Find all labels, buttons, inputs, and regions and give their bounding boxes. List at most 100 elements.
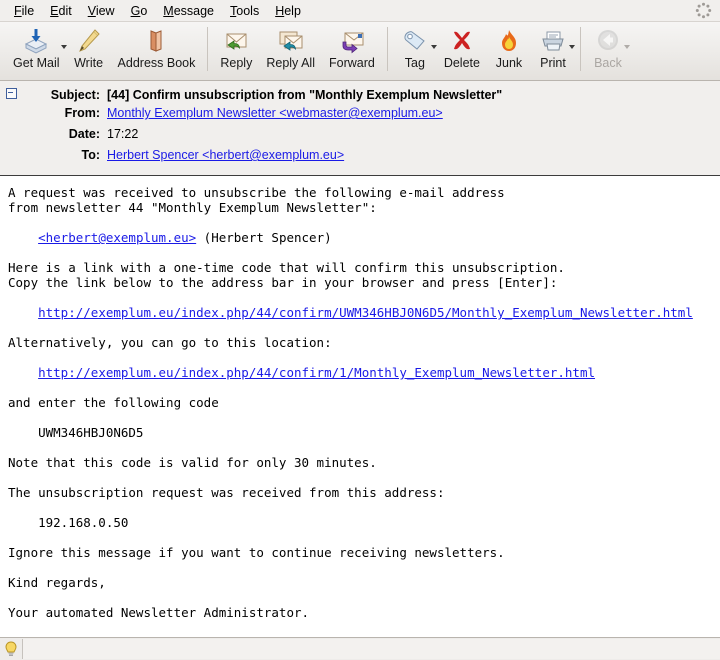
main-toolbar: Get Mail Write Address Book Reply Reply … (0, 22, 720, 81)
body-line (8, 590, 720, 605)
body-line: A request was received to unsubscribe th… (8, 185, 505, 200)
menu-help-mnemonic: H (275, 3, 285, 18)
from-spacer (0, 114, 22, 117)
address-book-button[interactable]: Address Book (111, 25, 203, 75)
collapse-minus-icon (5, 88, 17, 99)
body-line: Copy the link below to the address bar i… (8, 275, 558, 290)
delete-x-icon (448, 27, 476, 55)
body-line: Here is a link with a one-time code that… (8, 260, 565, 275)
menu-view[interactable]: View (80, 2, 123, 20)
body-line (8, 470, 720, 485)
menu-file-label: ile (21, 3, 35, 18)
write-label: Write (74, 56, 104, 70)
body-link[interactable]: http://exemplum.eu/index.php/44/confirm/… (38, 365, 595, 380)
to-spacer (0, 156, 22, 159)
menu-message[interactable]: Message (155, 2, 222, 20)
from-label: From: (64, 106, 100, 120)
subject-label: Subject: (50, 88, 100, 102)
back-label: Back (594, 56, 622, 70)
body-line-link: http://exemplum.eu/index.php/44/confirm/… (8, 365, 720, 380)
tag-button[interactable]: Tag (393, 25, 437, 75)
menu-file[interactable]: File (6, 2, 42, 20)
back-dropdown-arrow[interactable] (623, 45, 630, 49)
get-mail-button[interactable]: Get Mail (6, 25, 67, 75)
body-line (8, 410, 720, 425)
body-line: from newsletter 44 "Monthly Exemplum New… (8, 200, 377, 215)
statusbar (0, 637, 720, 660)
body-line (8, 350, 720, 365)
tag-icon (401, 27, 429, 55)
print-label: Print (540, 56, 566, 70)
body-line (8, 215, 720, 230)
menu-help-label: elp (284, 3, 301, 18)
body-line (8, 530, 720, 545)
address-book-label: Address Book (117, 56, 196, 70)
junk-button[interactable]: Junk (487, 25, 531, 75)
get-mail-label: Get Mail (13, 56, 60, 70)
body-line: Kind regards, (8, 575, 106, 590)
reply-button[interactable]: Reply (213, 25, 259, 75)
body-line: The unsubscription request was received … (8, 485, 445, 500)
mail-reader-window: File Edit View Go Message Tools Help Get… (0, 0, 720, 660)
get-mail-icon (22, 27, 50, 55)
menu-view-mnemonic: V (87, 3, 96, 18)
address-book-icon (142, 27, 170, 55)
menu-go-label: o (140, 3, 148, 18)
reply-label: Reply (220, 56, 253, 70)
body-line (8, 380, 720, 395)
body-line: Ignore this message if you want to conti… (8, 545, 505, 560)
subject-value: [44] Confirm unsubscription from "Monthl… (107, 88, 503, 102)
delete-button[interactable]: Delete (437, 25, 487, 75)
reply-all-icon (277, 27, 305, 55)
message-header: Subject: [44] Confirm unsubscription fro… (0, 81, 720, 176)
lightbulb-icon[interactable] (0, 639, 23, 659)
write-button[interactable]: Write (67, 25, 111, 75)
body-line: and enter the following code (8, 395, 219, 410)
menu-view-label: iew (95, 3, 115, 18)
junk-label: Junk (495, 56, 523, 70)
to-value[interactable]: Herbert Spencer <herbert@exemplum.eu> (107, 148, 344, 162)
body-line: Your automated Newsletter Administrator. (8, 605, 310, 620)
menu-edit-label: dit (58, 3, 72, 18)
body-line: Alternatively, you can go to this locati… (8, 335, 332, 350)
menu-message-mnemonic: M (163, 3, 174, 18)
from-value[interactable]: Monthly Exemplum Newsletter <webmaster@e… (107, 106, 443, 120)
body-line (8, 245, 720, 260)
reply-all-button[interactable]: Reply All (259, 25, 322, 75)
date-row: Date: 17:22 (0, 127, 720, 148)
menu-tools-label: ools (236, 3, 260, 18)
menu-go[interactable]: Go (123, 2, 156, 20)
print-dropdown-arrow[interactable] (568, 45, 575, 49)
to-row: To: Herbert Spencer <herbert@exemplum.eu… (0, 148, 720, 169)
body-line (8, 290, 720, 305)
forward-button[interactable]: Forward (322, 25, 382, 75)
body-link[interactable]: http://exemplum.eu/index.php/44/confirm/… (38, 305, 693, 320)
menu-edit[interactable]: Edit (42, 2, 80, 20)
date-value: 17:22 (107, 127, 139, 141)
print-button[interactable]: Print (531, 25, 575, 75)
body-link[interactable]: <herbert@exemplum.eu> (38, 230, 196, 245)
body-line (8, 440, 720, 455)
menu-go-mnemonic: G (130, 3, 141, 18)
menu-tools[interactable]: Tools (222, 2, 267, 20)
toolbar-separator-3 (579, 27, 581, 71)
body-line: Note that this code is valid for only 30… (8, 455, 377, 470)
menu-help[interactable]: Help (267, 2, 309, 20)
status-message (23, 639, 720, 659)
toolbar-separator-1 (207, 27, 209, 71)
activity-throbber-icon (695, 2, 712, 19)
forward-label: Forward (328, 56, 375, 70)
tag-label: Tag (404, 56, 425, 70)
menu-message-label: essage (173, 3, 215, 18)
junk-flame-icon (495, 27, 523, 55)
write-pencil-icon (75, 27, 103, 55)
forward-icon (338, 27, 366, 55)
printer-icon (539, 27, 567, 55)
menubar: File Edit View Go Message Tools Help (0, 0, 720, 22)
body-line: 192.168.0.50 (8, 515, 129, 530)
reply-icon (222, 27, 250, 55)
back-button[interactable]: Back (586, 25, 630, 75)
header-collapse-toggle[interactable] (0, 85, 22, 99)
menu-file-mnemonic: F (14, 3, 22, 18)
body-line (8, 560, 720, 575)
